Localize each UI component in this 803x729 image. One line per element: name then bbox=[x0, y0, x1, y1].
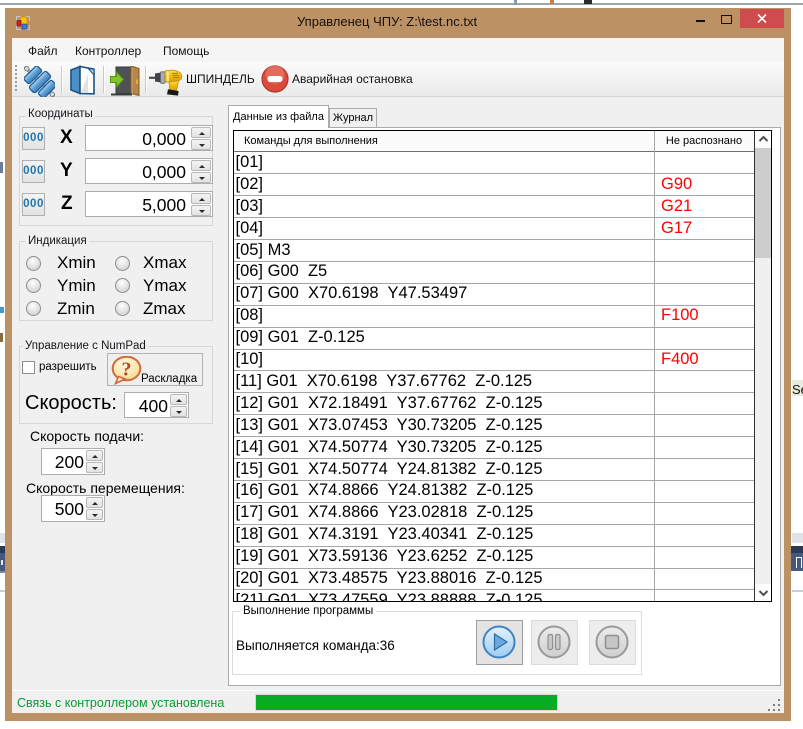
svg-text:?: ? bbox=[122, 359, 132, 381]
